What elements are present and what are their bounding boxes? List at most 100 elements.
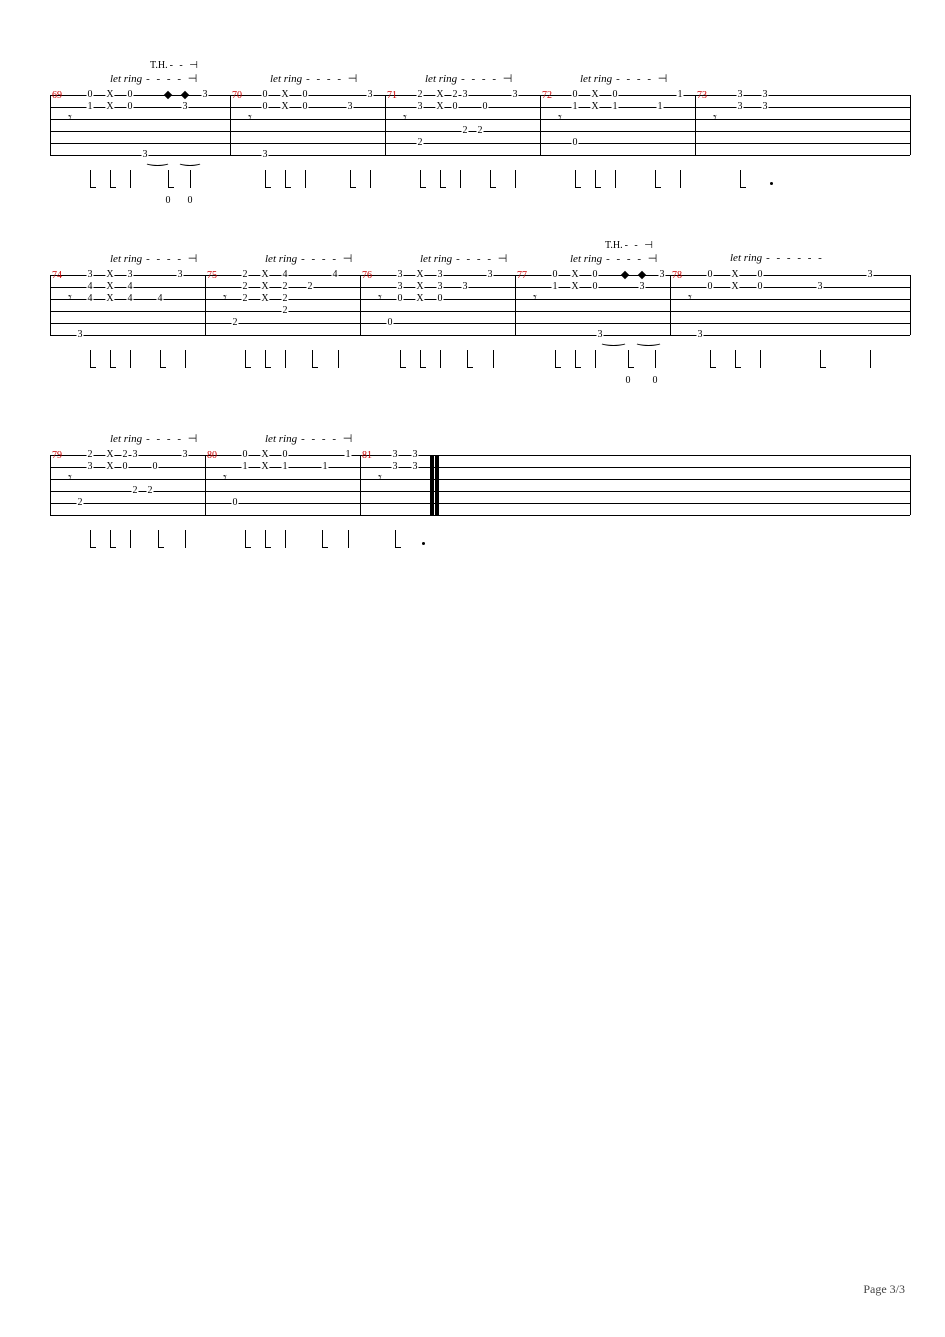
fret-number: X — [105, 282, 114, 292]
fret-number: 3 — [347, 102, 354, 112]
let-ring-label: let ring- - - - ⊣ — [420, 252, 509, 265]
fret-number: X — [280, 90, 289, 100]
measure-number: 74 — [52, 270, 62, 281]
fret-number: 1 — [612, 102, 619, 112]
barline — [230, 95, 231, 155]
fret-number: 2 — [122, 450, 129, 460]
fret-number: 4 — [127, 282, 134, 292]
fret-number: 4 — [332, 270, 339, 280]
fret-number: 0 — [242, 450, 249, 460]
rhythm-stem — [130, 530, 131, 548]
fret-number: 2 — [242, 270, 249, 280]
let-ring-label: let ring- - - - ⊣ — [265, 252, 354, 265]
fret-number: 3 — [392, 462, 399, 472]
measure-number: 71 — [387, 90, 397, 101]
fret-number: 0 — [302, 102, 309, 112]
measure-number: 73 — [697, 90, 707, 101]
fret-number: 2 — [147, 486, 154, 496]
rhythm-stem — [265, 350, 266, 368]
fret-number: 3 — [462, 90, 469, 100]
under-stem-number: 0 — [166, 195, 171, 206]
staff-line — [50, 479, 910, 480]
fret-number: X — [260, 282, 269, 292]
fret-number: 3 — [437, 282, 444, 292]
fret-number: 0 — [262, 102, 269, 112]
under-stem-number: 0 — [626, 375, 631, 386]
fret-number: 0 — [592, 270, 599, 280]
let-ring-label: let ring- - - - ⊣ — [570, 252, 659, 265]
fret-number: 3 — [177, 270, 184, 280]
fret-number: X — [260, 462, 269, 472]
fret-number: X — [105, 450, 114, 460]
fret-number: 3 — [817, 282, 824, 292]
tab-system: 6970717273let ring- - - - ⊣let ring- - -… — [50, 60, 910, 170]
fret-number: 4 — [87, 282, 94, 292]
staff-line — [50, 455, 910, 456]
fret-number: 3 — [762, 90, 769, 100]
fret-number: 0 — [302, 90, 309, 100]
rhythm-stem — [312, 350, 313, 368]
fret-number: 4 — [87, 294, 94, 304]
barline — [910, 275, 911, 335]
fret-number: X — [570, 282, 579, 292]
measure-number: 77 — [517, 270, 527, 281]
fret-number: 4 — [127, 294, 134, 304]
fret-number: X — [260, 450, 269, 460]
fret-number: 3 — [132, 450, 139, 460]
tie-arc — [178, 159, 202, 166]
rest: 𝄾 — [223, 292, 227, 306]
fret-number: 3 — [397, 282, 404, 292]
rhythm-stem — [168, 170, 169, 188]
rhythm-stem — [130, 350, 131, 368]
tab-staff — [50, 275, 910, 335]
tap-harmonic-label: T.H.- - ⊣ — [605, 240, 655, 251]
fret-number: 2 — [242, 282, 249, 292]
staff-line — [50, 107, 910, 108]
rhythm-dot — [422, 542, 425, 545]
rhythm-stem — [490, 170, 491, 188]
fret-number: 0 — [282, 450, 289, 460]
fret-number: 0 — [612, 90, 619, 100]
rhythm-stem — [348, 530, 349, 548]
rhythm-stem — [110, 530, 111, 548]
fret-number: 3 — [412, 462, 419, 472]
fret-number: 0 — [87, 90, 94, 100]
under-stem-number: 0 — [653, 375, 658, 386]
fret-number: 2 — [307, 282, 314, 292]
rhythm-stem — [420, 350, 421, 368]
fret-number: 0 — [437, 294, 444, 304]
tab-staff — [50, 455, 910, 515]
fret-number: 3 — [737, 102, 744, 112]
rhythm-stem — [440, 350, 441, 368]
fret-number: 3 — [462, 282, 469, 292]
fret-number: 2 — [417, 138, 424, 148]
fret-number: 3 — [512, 90, 519, 100]
fret-number: 3 — [182, 102, 189, 112]
staff-line — [50, 323, 910, 324]
rhythm-stem — [285, 350, 286, 368]
fret-number: 0 — [572, 138, 579, 148]
rhythm-stem — [322, 530, 323, 548]
let-ring-label: let ring- - - - ⊣ — [110, 432, 199, 445]
fret-number: X — [435, 90, 444, 100]
barline — [910, 455, 911, 515]
barline — [50, 455, 51, 515]
fret-number: 0 — [127, 102, 134, 112]
rhythm-stem — [90, 350, 91, 368]
rest: 𝄾 — [403, 112, 407, 126]
rhythm-stem — [110, 350, 111, 368]
fret-number: 3 — [87, 270, 94, 280]
fret-number: 1 — [345, 450, 352, 460]
staff-line — [50, 287, 910, 288]
rhythm-stem — [185, 350, 186, 368]
measure-number: 75 — [207, 270, 217, 281]
rhythm-stem — [245, 350, 246, 368]
fret-number: 2 — [282, 306, 289, 316]
tab-system: 798081let ring- - - - ⊣let ring- - - - ⊣… — [50, 420, 910, 530]
rhythm-stem — [575, 170, 576, 188]
measure-number: 70 — [232, 90, 242, 101]
fret-number: 0 — [152, 462, 159, 472]
fret-number: 3 — [77, 330, 84, 340]
fret-number: X — [280, 102, 289, 112]
barline — [670, 275, 671, 335]
